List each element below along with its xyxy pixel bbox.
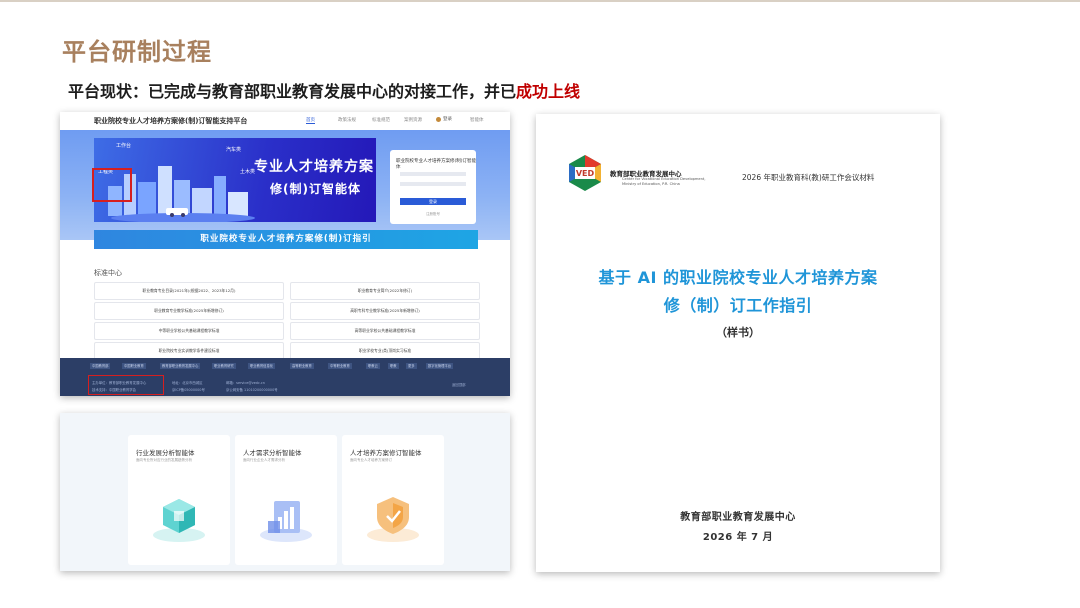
user-avatar-icon[interactable] (436, 117, 441, 122)
footer-link[interactable]: 中国职业教育 (122, 363, 146, 369)
footer-link[interactable]: 高等职业教育 (290, 363, 314, 369)
nav-item-home[interactable]: 首页 (306, 117, 315, 124)
highlight-box (92, 168, 132, 202)
footer-link[interactable]: 中国教育部 (90, 363, 111, 369)
org-name-en-line: Ministry of Education, P.R. China (622, 181, 680, 186)
agents-screenshot: 行业发展分析智能体 面向专业所对应行业的发展趋势分析 人才需求分析智能体 面向行… (60, 413, 510, 571)
ved-logo-text: VED (576, 169, 595, 178)
password-input[interactable] (400, 182, 466, 186)
footer-link[interactable]: 职教云 (366, 363, 380, 369)
standard-card[interactable]: 高职专科专业教学标准(2025年新增修订) (290, 302, 480, 320)
document-publisher: 教育部职业教育发展中心 (680, 512, 796, 523)
username-input[interactable] (400, 172, 466, 176)
footer-link[interactable]: 更多 (406, 363, 417, 369)
footer-info: 京公网安备 11010200000000号 (226, 388, 278, 392)
nav-login-link[interactable]: 登录 (443, 116, 452, 122)
cube-icon (153, 499, 205, 542)
hero-section: 工作台 汽车类 工程类 土木类 专业人才培养方案 修(制)订智能体 职业院校专业… (60, 130, 510, 240)
standard-card[interactable]: 高等职业学校公共基础课程教学标准 (290, 322, 480, 340)
subtitle-text: 平台现状：已完成与教育部职业教育发展中心的对接工作，并已 (68, 82, 517, 101)
agent-card-talent-demand[interactable]: 人才需求分析智能体 面向行业企业人才需求分析 (235, 435, 337, 565)
agent-title: 人才培养方案修订智能体 (350, 449, 422, 457)
platform-name[interactable]: 职业院校专业人才培养方案修(制)订智能支持平台 (94, 116, 247, 126)
shield-icon (367, 497, 419, 542)
agent-card-industry[interactable]: 行业发展分析智能体 面向专业所对应行业的发展趋势分析 (128, 435, 230, 565)
meeting-label: 2026 年职业教育科(教)研工作会议材料 (742, 173, 875, 182)
nav-item-standards[interactable]: 标准规范 (372, 117, 390, 123)
org-name-en: Center for Vocational Education Developm… (622, 177, 705, 186)
footer-link[interactable]: 职业教育研究 (212, 363, 236, 369)
footer-link[interactable]: 数字化管理平台 (426, 363, 454, 369)
login-button[interactable]: 登录 (400, 198, 466, 205)
standard-card[interactable]: 职业教育专业教学标准(2025年新增修订) (94, 302, 284, 320)
ved-logo-icon: VED (569, 155, 601, 191)
login-panel-title: 职业院校专业人才培养方案修(制)订智能体 (396, 159, 477, 170)
document-title-line1: 基于 AI 的职业院校专业人才培养方案 (598, 268, 878, 287)
agent-card-training-plan[interactable]: 人才培养方案修订智能体 面向专业人才培养方案修订 (342, 435, 444, 565)
document-title-line2: 修（制）订工作指引 (663, 296, 813, 315)
banner-tag: 工作台 (116, 143, 132, 149)
section-title: 标准中心 (94, 269, 122, 277)
platform-homepage-screenshot: 职业院校专业人才培养方案修(制)订智能支持平台 首页 政策法规 标准规范 案例资… (60, 112, 510, 396)
banner-headline: 专业人才培养方案 (254, 159, 374, 175)
agent-desc: 面向专业人才培养方案修订 (350, 458, 392, 462)
guide-banner[interactable]: 职业院校专业人才培养方案修(制)订指引 (94, 230, 478, 249)
standard-card[interactable]: 职业教育专业简介(2022年修订) (290, 282, 480, 300)
sample-label: （样书） (716, 326, 760, 339)
banner-tag: 汽车类 (226, 147, 242, 153)
standard-card[interactable]: 职业教育专业目录(2021年)(根据2022、2023年12月) (94, 282, 284, 300)
footer-info: 邮箱：service@vedc.cn (226, 381, 265, 385)
back-to-top-link[interactable]: 返回顶部 (452, 382, 466, 387)
footer-link[interactable]: 中等职业教育 (328, 363, 352, 369)
agent-desc: 面向专业所对应行业的发展趋势分析 (136, 458, 192, 462)
slide-title: 平台研制过程 (62, 37, 212, 66)
nav-item-policy[interactable]: 政策法规 (338, 117, 356, 123)
register-link[interactable]: 注册账号 (426, 212, 440, 217)
agent-title: 行业发展分析智能体 (136, 449, 195, 457)
nav-item-agents[interactable]: 智能体 (470, 117, 484, 123)
standard-card[interactable]: 中等职业学校公共基础课程教学标准 (94, 322, 284, 340)
login-panel: 职业院校专业人才培养方案修(制)订智能体 登录 注册账号 (390, 150, 476, 224)
footer-link[interactable]: 职业教育信息化 (248, 363, 276, 369)
slide-subtitle: 平台现状：已完成与教育部职业教育发展中心的对接工作，并已成功上线 (68, 78, 580, 102)
top-divider (0, 0, 1080, 2)
guide-document-cover: VED 教育部职业教育发展中心 Center for Vocational Ed… (536, 114, 940, 572)
banner-tag: 土木类 (240, 169, 256, 175)
highlight-box (88, 375, 164, 395)
agent-title: 人才需求分析智能体 (243, 449, 302, 457)
agent-desc: 面向行业企业人才需求分析 (243, 458, 285, 462)
platform-nav-bar: 职业院校专业人才培养方案修(制)订智能支持平台 首页 政策法规 标准规范 案例资… (60, 112, 510, 131)
org-name-en-line: Center for Vocational Education Developm… (622, 177, 706, 181)
banner-subheadline: 修(制)订智能体 (270, 182, 361, 196)
footer-link[interactable]: 教育部职业教育发展中心 (160, 363, 201, 369)
footer-link[interactable]: 职教 (388, 363, 399, 369)
footer-info: 京ICP备05000000号 (172, 388, 205, 392)
footer-info: 地址：北京市西城区 (172, 381, 203, 385)
nav-item-cases[interactable]: 案例资源 (404, 117, 422, 123)
subtitle-highlight: 成功上线 (516, 82, 581, 101)
bar-chart-icon (260, 501, 312, 542)
document-date: 2026 年 7 月 (702, 532, 774, 543)
hero-banner[interactable]: 工作台 汽车类 工程类 土木类 专业人才培养方案 修(制)订智能体 (94, 138, 376, 222)
